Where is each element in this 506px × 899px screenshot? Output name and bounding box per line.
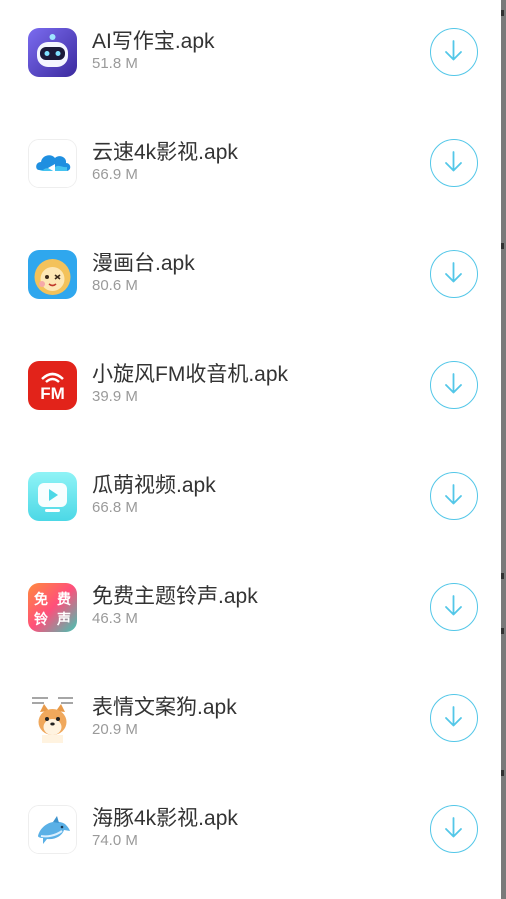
download-button[interactable] [430,361,478,409]
svg-text:费: 费 [57,591,71,608]
fm-radio-app-icon: FM [28,361,77,410]
download-arrow-icon [445,151,462,172]
list-item[interactable]: AI写作宝.apk 51.8 M [0,0,501,108]
download-button[interactable] [430,805,478,853]
svg-text:免: 免 [34,591,48,608]
edge-mark [501,770,504,776]
app-name: 海豚4k影视.apk [92,807,238,830]
app-size: 66.8 M [92,499,138,516]
app-name: 小旋风FM收音机.apk [92,363,289,386]
background-edge [501,0,506,899]
download-button[interactable] [430,583,478,631]
shiba-dog-app-icon [28,694,77,743]
download-arrow-icon [445,40,462,61]
app-name: 漫画台.apk [92,252,195,275]
edge-mark [501,10,504,16]
ringtone-app-icon: 免 费 铃 声 [28,583,77,632]
edge-mark [501,243,504,249]
svg-text:声: 声 [56,611,71,628]
list-item[interactable]: 表情文案狗.apk 20.9 M [0,663,501,774]
list-item[interactable]: 免 费 铃 声 免费主题铃声.apk 46.3 M [0,552,501,663]
download-button[interactable] [430,694,478,742]
download-arrow-icon [445,706,462,727]
download-arrow-icon [445,484,462,505]
app-size: 66.9 M [92,166,138,183]
app-size: 46.3 M [92,610,138,627]
download-button[interactable] [430,139,478,187]
download-button[interactable] [430,472,478,520]
list-item[interactable]: FM 小旋风FM收音机.apk 39.9 M [0,330,501,441]
download-button[interactable] [430,28,478,76]
app-name: 表情文案狗.apk [92,696,237,719]
app-size: 39.9 M [92,388,138,405]
download-sheet: AI写作宝.apk 51.8 M 云速4k影视.apk 66.9 M 漫画台.a… [0,0,501,899]
dolphin-app-icon [28,805,77,854]
app-name: AI写作宝.apk [92,30,215,53]
list-item[interactable]: 瓜萌视频.apk 66.8 M [0,441,501,552]
list-item[interactable]: 海豚4k影视.apk 74.0 M [0,774,501,885]
robot-app-icon [28,28,77,77]
edge-mark [501,573,504,579]
app-size: 74.0 M [92,832,138,849]
app-size: 80.6 M [92,277,138,294]
download-arrow-icon [445,817,462,838]
fm-logo-text: FM [40,384,65,403]
comic-lion-app-icon [28,250,77,299]
app-name: 瓜萌视频.apk [92,474,216,497]
download-arrow-icon [445,595,462,616]
app-name: 免费主题铃声.apk [92,585,258,608]
app-size: 51.8 M [92,55,138,72]
svg-text:铃: 铃 [34,611,48,628]
cloud-app-icon [28,139,77,188]
list-item[interactable]: 云速4k影视.apk 66.9 M [0,108,501,219]
app-size: 20.9 M [92,721,138,738]
list-item[interactable]: 漫画台.apk 80.6 M [0,219,501,330]
edge-mark [501,628,504,634]
download-arrow-icon [445,373,462,394]
download-arrow-icon [445,262,462,283]
app-name: 云速4k影视.apk [92,141,238,164]
download-button[interactable] [430,250,478,298]
app-download-list: AI写作宝.apk 51.8 M 云速4k影视.apk 66.9 M 漫画台.a… [0,0,501,885]
tv-play-app-icon [28,472,77,521]
